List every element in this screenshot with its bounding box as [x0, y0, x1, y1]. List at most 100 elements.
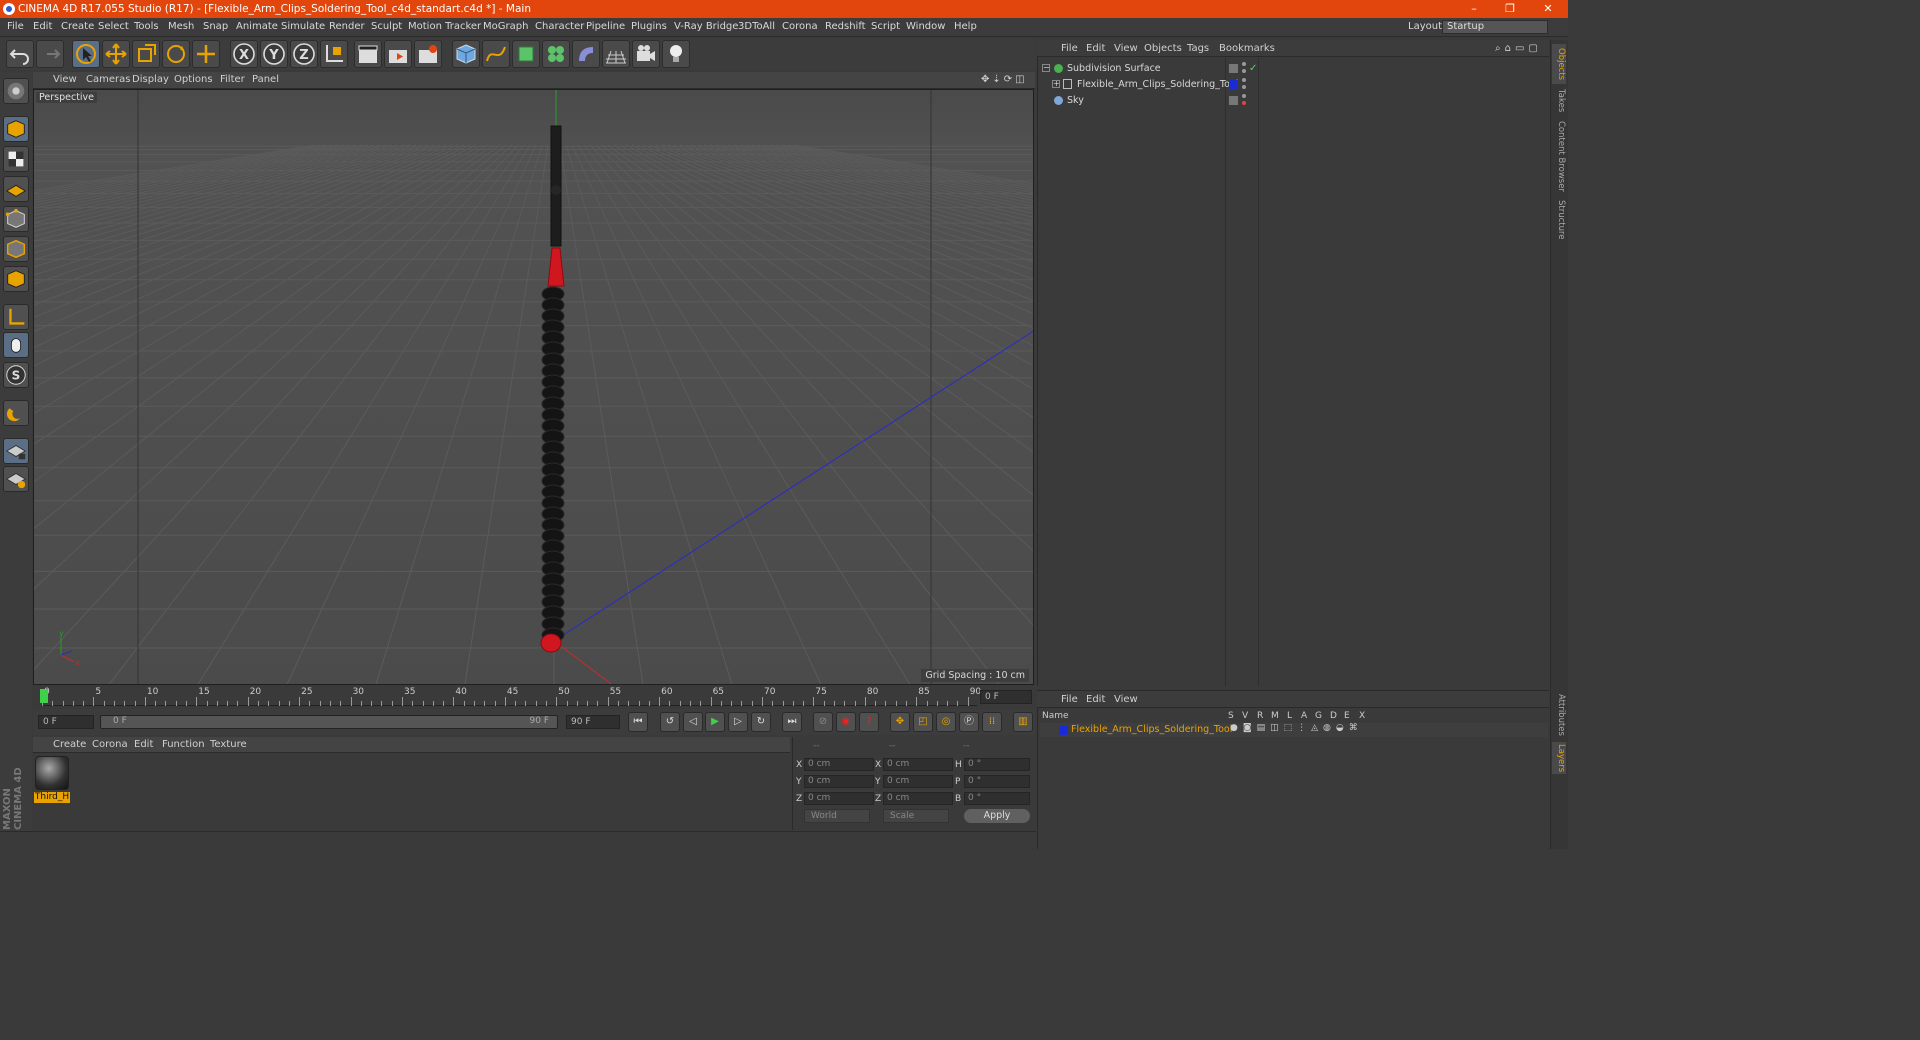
- menu-edit[interactable]: Edit: [33, 21, 52, 32]
- current-frame-field[interactable]: 0 F: [980, 690, 1032, 704]
- key-pla-button[interactable]: ⁞⁞: [982, 712, 1002, 732]
- menu-help[interactable]: Help: [954, 21, 977, 32]
- undo-button[interactable]: [6, 40, 34, 68]
- tab-layers[interactable]: Layers: [1552, 742, 1566, 774]
- menu-snap[interactable]: Snap: [203, 21, 228, 32]
- add-subdivision-button[interactable]: [512, 40, 540, 68]
- size-x-field[interactable]: 0 cm: [883, 758, 953, 771]
- move-tool-button[interactable]: [102, 40, 130, 68]
- workplane-mode-button[interactable]: [3, 176, 29, 202]
- render-visibility-dot[interactable]: [1242, 69, 1246, 73]
- add-mograph-button[interactable]: [542, 40, 570, 68]
- position-z-field[interactable]: 0 cm: [804, 792, 874, 805]
- tab-objects[interactable]: Objects: [1552, 44, 1566, 84]
- position-x-field[interactable]: 0 cm: [804, 758, 874, 771]
- end-frame-field[interactable]: 90 F: [566, 715, 620, 729]
- material-menu-corona[interactable]: Corona: [92, 739, 128, 750]
- model-mode-button[interactable]: [3, 116, 29, 142]
- perspective-viewport[interactable]: y x Perspective Grid Spacing : 10 cm: [33, 89, 1034, 685]
- snap-button[interactable]: S: [3, 362, 29, 388]
- menu-create[interactable]: Create: [61, 21, 94, 32]
- om-menu-file[interactable]: File: [1061, 43, 1078, 54]
- tab-structure[interactable]: Structure: [1552, 198, 1566, 242]
- menu-render[interactable]: Render: [329, 21, 365, 32]
- om-menu-objects[interactable]: Objects: [1144, 43, 1182, 54]
- render-to-picture-viewer-button[interactable]: [384, 40, 412, 68]
- lm-menu-edit[interactable]: Edit: [1086, 694, 1105, 705]
- size-z-field[interactable]: 0 cm: [883, 792, 953, 805]
- material-thumbnail[interactable]: [35, 756, 69, 790]
- viewport-menu-display[interactable]: Display: [132, 74, 169, 85]
- viewport-menu-options[interactable]: Options: [174, 74, 213, 85]
- redo-button[interactable]: [36, 40, 64, 68]
- apply-button[interactable]: Apply: [964, 809, 1030, 823]
- close-button[interactable]: ✕: [1530, 0, 1566, 18]
- menu-character[interactable]: Character: [535, 21, 584, 32]
- key-position-button[interactable]: ✥: [890, 712, 910, 732]
- menu-sculpt[interactable]: Sculpt: [371, 21, 402, 32]
- add-spline-button[interactable]: [482, 40, 510, 68]
- menu-animate[interactable]: Animate: [236, 21, 278, 32]
- previous-key-button[interactable]: ↺: [660, 712, 680, 732]
- om-menu-view[interactable]: View: [1114, 43, 1138, 54]
- editor-visibility-dot[interactable]: [1242, 78, 1246, 82]
- om-menu-bookmarks[interactable]: Bookmarks: [1219, 43, 1275, 54]
- add-light-button[interactable]: [662, 40, 690, 68]
- axis-mode-button[interactable]: [3, 304, 29, 330]
- minimize-button[interactable]: –: [1456, 0, 1492, 18]
- render-settings-button[interactable]: [414, 40, 442, 68]
- frame-range-slider[interactable]: 0 F 90 F: [100, 715, 558, 729]
- add-deformer-button[interactable]: [572, 40, 600, 68]
- tab-content-browser[interactable]: Content Browser: [1552, 120, 1566, 192]
- om-menu-edit[interactable]: Edit: [1086, 43, 1105, 54]
- go-to-start-button[interactable]: ⏮: [628, 712, 648, 732]
- menu-select[interactable]: Select: [98, 21, 129, 32]
- lm-menu-view[interactable]: View: [1114, 694, 1138, 705]
- collapse-icon[interactable]: −: [1042, 64, 1050, 72]
- tweak-mode-button[interactable]: [3, 332, 29, 358]
- menu-pipeline[interactable]: Pipeline: [586, 21, 625, 32]
- restore-button[interactable]: ❐: [1492, 0, 1528, 18]
- material-menu-texture[interactable]: Texture: [210, 739, 247, 750]
- render-visibility-dot[interactable]: [1242, 85, 1246, 89]
- rotation-b-field[interactable]: 0 °: [964, 792, 1030, 805]
- viewport-nav-icons[interactable]: ✥⇣⟳◫: [981, 74, 1028, 85]
- menu-file[interactable]: File: [7, 21, 24, 32]
- menu-window[interactable]: Window: [906, 21, 945, 32]
- viewport-menu-cameras[interactable]: Cameras: [86, 74, 130, 85]
- layer-row[interactable]: Flexible_Arm_Clips_Soldering_Tool ●◙▤◫⬚⋮…: [1040, 723, 1548, 737]
- menu-plugins[interactable]: Plugins: [631, 21, 667, 32]
- grid-snap-button[interactable]: [3, 466, 29, 492]
- menu-redshift[interactable]: Redshift: [825, 21, 866, 32]
- points-mode-button[interactable]: [3, 206, 29, 232]
- position-y-field[interactable]: 0 cm: [804, 775, 874, 788]
- timeline-ruler[interactable]: 051015202530354045505560657075808590 0 F: [33, 686, 1035, 708]
- menu-vray-bridge[interactable]: V-Ray Bridge: [674, 21, 738, 32]
- previous-frame-button[interactable]: ◁: [683, 712, 703, 732]
- next-frame-button[interactable]: ▷: [728, 712, 748, 732]
- coordinate-system-button[interactable]: [320, 40, 348, 68]
- editor-visibility-dot[interactable]: [1242, 94, 1246, 98]
- texture-mode-button[interactable]: [3, 146, 29, 172]
- material-menu-create[interactable]: Create: [53, 739, 86, 750]
- material-name-label[interactable]: Third_H: [34, 792, 70, 803]
- menu-simulate[interactable]: Simulate: [281, 21, 325, 32]
- object-row-subdivision-surface[interactable]: − Subdivision Surface ✓: [1040, 61, 1548, 76]
- menu-script[interactable]: Script: [871, 21, 900, 32]
- menu-tools[interactable]: Tools: [134, 21, 159, 32]
- om-menu-tags[interactable]: Tags: [1187, 43, 1209, 54]
- timeline-window-button[interactable]: ▥: [1013, 712, 1033, 732]
- viewport-menu-filter[interactable]: Filter: [220, 74, 245, 85]
- size-mode-dropdown[interactable]: Scale: [883, 809, 949, 823]
- layer-toggle-icons[interactable]: ●◙▤◫⬚⋮◬◍◒⌘: [1230, 723, 1363, 733]
- y-axis-lock-button[interactable]: Y: [260, 40, 288, 68]
- next-key-button[interactable]: ↻: [751, 712, 771, 732]
- viewport-menu-panel[interactable]: Panel: [252, 74, 279, 85]
- polygons-mode-button[interactable]: [3, 266, 29, 292]
- recent-tool-button[interactable]: [192, 40, 220, 68]
- tab-takes[interactable]: Takes: [1552, 88, 1566, 114]
- add-camera-button[interactable]: [632, 40, 660, 68]
- x-axis-lock-button[interactable]: X: [230, 40, 258, 68]
- menu-3dtoall[interactable]: 3DToAll: [738, 21, 775, 32]
- key-parameter-button[interactable]: Ⓟ: [959, 712, 979, 732]
